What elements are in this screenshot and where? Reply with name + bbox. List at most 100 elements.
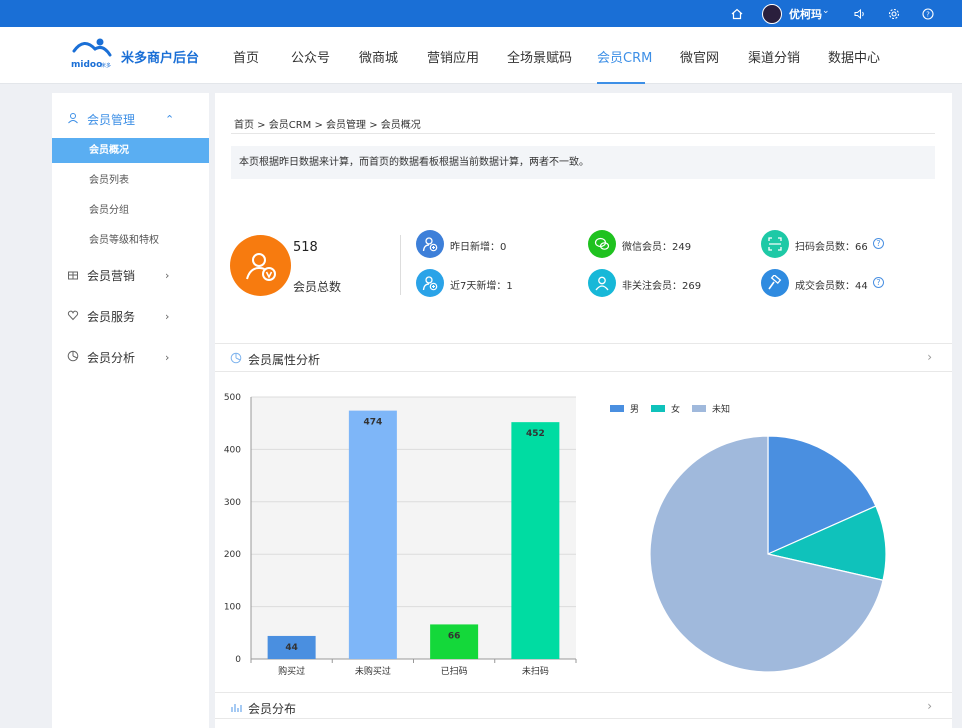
x-tick-label: 未扫码 — [522, 665, 549, 677]
stat-non-follow-members-value: 269 — [682, 281, 702, 292]
nav-crm[interactable]: 会员CRM — [597, 47, 652, 66]
stat-deal-members: 成交会员数：44 — [795, 281, 868, 292]
nav-official-account[interactable]: 公众号 — [291, 47, 330, 66]
user-icon — [588, 269, 616, 297]
sidebar-group-label: 会员营销 — [87, 268, 136, 283]
pie-icon — [67, 350, 79, 365]
bar-value-label: 44 — [285, 643, 298, 653]
member-total-value: 518 — [293, 240, 318, 255]
y-tick-label: 0 — [235, 655, 241, 665]
section-title: 会员分布 — [248, 702, 297, 716]
top-bar: 优柯玛 ⌄ ? — [0, 0, 962, 27]
section-divider — [215, 692, 952, 693]
username[interactable]: 优柯玛 — [789, 6, 822, 22]
pie-chart — [649, 435, 887, 673]
stat-scan-members: 扫码会员数：66 — [795, 242, 868, 253]
logo[interactable]: midoo 米多 — [70, 35, 116, 70]
bar-1 — [348, 410, 397, 659]
legend-item-unknown[interactable]: 未知 — [692, 402, 730, 415]
scan-icon — [761, 230, 789, 258]
sidebar-item-member-list[interactable]: 会员列表 — [52, 168, 209, 193]
help-icon[interactable]: ? — [873, 277, 884, 288]
svg-text:米多: 米多 — [101, 62, 111, 69]
section-divider — [215, 343, 952, 344]
sidebar-group-member-service[interactable]: 会员服务 › — [52, 305, 209, 327]
chevron-up-icon: ⌃ — [165, 112, 175, 126]
section-divider — [215, 718, 952, 719]
chevron-right-icon[interactable]: › — [927, 350, 932, 364]
sidebar-group-member-marketing[interactable]: 会员营销 › — [52, 264, 209, 286]
bar-value-label: 452 — [526, 429, 545, 439]
y-tick-label: 200 — [224, 550, 241, 560]
legend-item-female[interactable]: 女 — [651, 402, 680, 415]
gear-icon[interactable] — [885, 5, 902, 22]
sidebar-group-member-analysis[interactable]: 会员分析 › — [52, 346, 209, 368]
svg-text:?: ? — [926, 10, 930, 18]
breadcrumb: 首页 > 会员CRM > 会员管理 > 会员概况 — [234, 120, 421, 131]
bar-value-label: 474 — [363, 418, 382, 428]
y-tick-label: 400 — [224, 445, 241, 455]
sidebar-item-member-groups[interactable]: 会员分组 — [52, 198, 209, 223]
stat-7day-new-value: 1 — [506, 281, 513, 292]
chevron-right-icon: › — [165, 309, 170, 323]
stat-deal-members-value: 44 — [855, 281, 868, 292]
nav-home[interactable]: 首页 — [233, 47, 259, 66]
stat-7day-new: 近7天新增：1 — [450, 281, 513, 292]
y-tick-label: 500 — [224, 393, 241, 403]
avatar[interactable] — [762, 4, 782, 24]
sidebar-group-label: 会员分析 — [87, 350, 136, 365]
sidebar: 会员管理 ⌃ 会员概况 会员列表 会员分组 会员等级和特权 会员营销 › 会员服… — [52, 93, 209, 728]
nav-active-indicator — [597, 82, 645, 84]
nav-distribution[interactable]: 渠道分销 — [748, 47, 800, 66]
notice-banner: 本页根据昨日数据来计算，而首页的数据看板根据当前数据计算，两者不一致。 — [231, 146, 935, 179]
overview-divider — [400, 235, 401, 295]
bar-chart-icon — [230, 701, 242, 716]
user-icon — [67, 112, 79, 127]
chevron-right-icon: › — [165, 350, 170, 364]
bar-2 — [430, 624, 479, 659]
nav-coding[interactable]: 全场景赋码 — [507, 47, 572, 66]
user-add-icon — [416, 230, 444, 258]
nav-micro-mall[interactable]: 微商城 — [359, 47, 398, 66]
x-tick-label: 未购买过 — [355, 665, 391, 677]
logo-text: 米多商户后台 — [121, 51, 200, 66]
breadcrumb-divider — [231, 133, 935, 134]
user-add-icon — [416, 269, 444, 297]
section-divider — [215, 371, 952, 372]
legend-item-male[interactable]: 男 — [610, 402, 639, 415]
sidebar-group-label: 会员管理 — [87, 112, 136, 127]
section-attr-analysis[interactable]: 会员属性分析 › — [215, 345, 952, 373]
svg-text:midoo: midoo — [71, 60, 102, 69]
y-tick-label: 100 — [224, 603, 241, 613]
sidebar-group-member-management[interactable]: 会员管理 ⌃ — [52, 108, 209, 130]
sidebar-item-overview[interactable]: 会员概况 — [52, 138, 209, 163]
wechat-icon — [588, 230, 616, 258]
stat-scan-members-value: 66 — [855, 242, 868, 253]
sidebar-item-member-levels[interactable]: 会员等级和特权 — [52, 228, 209, 253]
nav-data-center[interactable]: 数据中心 — [828, 47, 880, 66]
stat-wechat-members: 微信会员：249 — [622, 242, 692, 253]
nav-marketing[interactable]: 营销应用 — [427, 47, 479, 66]
home-icon[interactable] — [728, 5, 745, 22]
x-tick-label: 已扫码 — [441, 665, 468, 677]
sound-icon[interactable] — [851, 5, 868, 22]
stat-yesterday-new-value: 0 — [500, 242, 507, 253]
help-icon[interactable]: ? — [873, 238, 884, 249]
member-total-icon — [230, 235, 291, 296]
section-title: 会员属性分析 — [248, 353, 321, 367]
sidebar-group-label: 会员服务 — [87, 309, 136, 324]
y-tick-label: 300 — [224, 498, 241, 508]
chevron-right-icon[interactable]: › — [927, 699, 932, 713]
nav-website[interactable]: 微官网 — [680, 47, 719, 66]
chevron-down-icon[interactable]: ⌄ — [822, 6, 830, 16]
stat-wechat-members-value: 249 — [672, 242, 692, 253]
bar-value-label: 66 — [448, 631, 461, 641]
help-icon[interactable]: ? — [919, 5, 936, 22]
x-tick-label: 购买过 — [278, 665, 305, 677]
gift-icon — [67, 268, 79, 283]
pie-icon — [230, 352, 242, 367]
bar-chart: 0 100 200 300 400 500 44 购买过 474 未购买过 66 已扫码 452 未扫码 — [224, 393, 577, 677]
bar-3 — [511, 422, 560, 659]
hammer-icon — [761, 269, 789, 297]
header: midoo 米多 米多商户后台 首页 公众号 微商城 营销应用 全场景赋码 会员… — [0, 27, 962, 84]
